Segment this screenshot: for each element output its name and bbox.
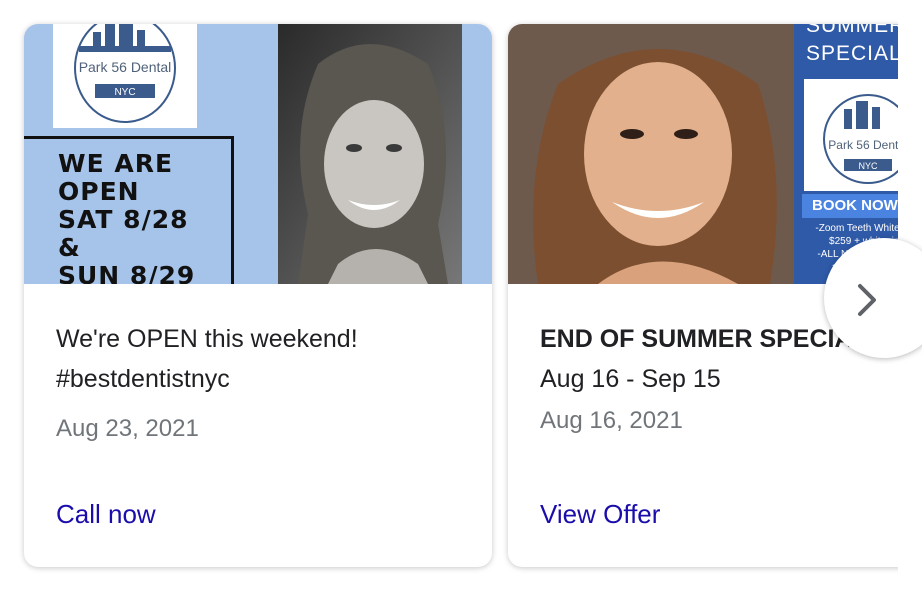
post-date: Aug 16, 2021 (540, 407, 683, 434)
post-date: Aug 23, 2021 (56, 415, 199, 442)
post-title-line: We're OPEN this weekend! (56, 325, 358, 353)
post-title-dates: Aug 16 - Sep 15 (540, 365, 721, 393)
woman-smiling-photo (278, 24, 462, 284)
posts-carousel: Park 56 Dental NYC WE ARE OPEN SAT 8/28 … (0, 0, 922, 594)
logo-sub: NYC (114, 87, 135, 98)
woman-smiling-photo (508, 24, 794, 284)
post-title: We're OPEN this weekend! #bestdentistnyc (56, 319, 472, 399)
special-heading: SUMMER SPECIAL (806, 24, 906, 65)
post-card[interactable]: Park 56 Dental NYC WE ARE OPEN SAT 8/28 … (24, 24, 492, 567)
logo-text: Park 56 Dental (828, 138, 907, 152)
post-title-hashtag: #bestdentistnyc (56, 365, 230, 393)
logo-text: Park 56 Dental (79, 59, 172, 75)
view-offer-button[interactable]: View Offer (540, 499, 660, 530)
logo-sub: NYC (858, 161, 878, 171)
post-body: We're OPEN this weekend! #bestdentistnyc… (56, 319, 472, 443)
post-image[interactable]: Park 56 Dental NYC WE ARE OPEN SAT 8/28 … (24, 24, 492, 284)
image-headline: WE ARE OPEN SAT 8/28 & SUN 8/29 (58, 149, 196, 285)
call-now-button[interactable]: Call now (56, 499, 156, 530)
dental-logo: Park 56 Dental NYC (53, 24, 197, 128)
chevron-right-icon (858, 284, 876, 316)
